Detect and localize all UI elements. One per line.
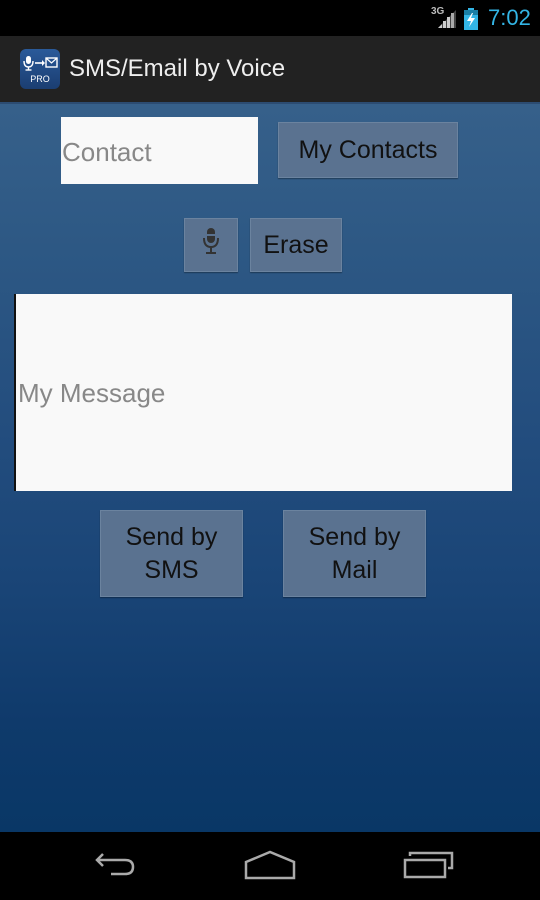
app-title: SMS/Email by Voice [69, 55, 286, 82]
voice-input-button[interactable] [184, 218, 238, 272]
recent-apps-button[interactable] [398, 849, 458, 885]
contact-input[interactable] [61, 117, 258, 184]
send-by-mail-button[interactable]: Send by Mail [283, 510, 426, 597]
status-bar: 3G 7:02 [0, 0, 540, 36]
my-contacts-button[interactable]: My Contacts [278, 122, 458, 178]
navigation-bar [0, 832, 540, 900]
app-icon-badge: PRO [30, 74, 50, 84]
home-icon [243, 850, 297, 885]
app-logo-icon: PRO [20, 49, 60, 89]
recent-apps-icon [402, 850, 454, 885]
back-icon [87, 850, 137, 885]
signal-bars-icon [436, 8, 456, 33]
message-input[interactable] [14, 294, 512, 491]
microphone-icon [201, 226, 221, 265]
erase-button[interactable]: Erase [250, 218, 342, 272]
action-bar: PRO SMS/Email by Voice [0, 36, 540, 104]
send-by-sms-button[interactable]: Send by SMS [100, 510, 243, 597]
clock: 7:02 [488, 5, 531, 30]
home-button[interactable] [240, 849, 300, 885]
battery-charging-icon [463, 8, 479, 35]
back-button[interactable] [82, 849, 142, 885]
main-content: My Contacts Erase Send by SMS Send by Ma… [0, 104, 540, 832]
